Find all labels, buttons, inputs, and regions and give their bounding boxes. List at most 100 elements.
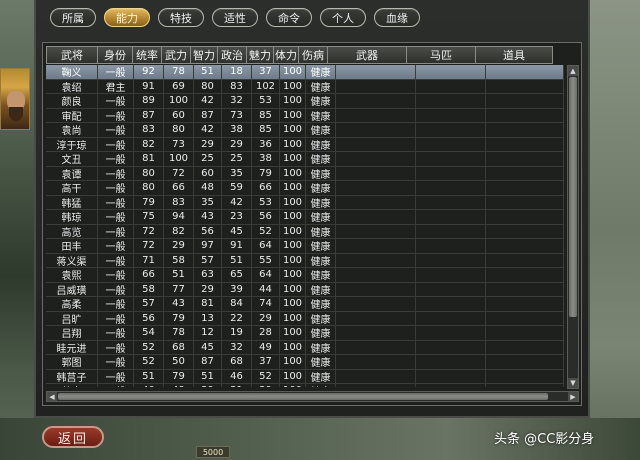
vertical-scroll-thumb[interactable] [569, 77, 577, 317]
tab-0[interactable]: 所属 [50, 8, 96, 27]
table-row[interactable]: 韩琼 一般 75 94 43 23 56 100 健康 [46, 210, 564, 225]
table-cell [416, 210, 486, 224]
table-cell: 健康 [306, 326, 336, 340]
tab-4[interactable]: 命令 [266, 8, 312, 27]
table-cell: 29 [164, 239, 194, 253]
table-row[interactable]: 蒋义渠 一般 71 58 57 51 55 100 健康 [46, 253, 564, 268]
table-cell: 56 [252, 210, 280, 224]
column-header[interactable]: 统率 [132, 46, 162, 64]
table-row[interactable]: 吕翔 一般 54 78 12 19 28 100 健康 [46, 326, 564, 341]
table-cell [486, 137, 564, 151]
table-cell: 54 [134, 326, 164, 340]
table-cell: 100 [280, 152, 306, 166]
tab-6[interactable]: 血缘 [374, 8, 420, 27]
table-cell: 健康 [306, 137, 336, 151]
table-cell: 一般 [98, 239, 134, 253]
table-cell: 32 [222, 94, 252, 108]
column-header[interactable]: 武将 [46, 46, 98, 64]
column-header[interactable]: 政治 [217, 46, 247, 64]
table-cell [416, 326, 486, 340]
table-cell [416, 340, 486, 354]
table-cell: 45 [222, 224, 252, 238]
table-cell: 52 [134, 340, 164, 354]
table-row[interactable]: 淳于琼 一般 82 73 29 29 36 100 健康 [46, 137, 564, 152]
vertical-scrollbar[interactable]: ▲ ▼ [567, 65, 579, 389]
table-row[interactable]: 韩猛 一般 79 83 35 42 53 100 健康 [46, 195, 564, 210]
horizontal-scroll-thumb[interactable] [58, 393, 548, 400]
table-cell: 一般 [98, 181, 134, 195]
table-cell [336, 311, 416, 325]
table-cell: 健康 [306, 253, 336, 267]
table-cell: 高柔 [46, 297, 98, 311]
tab-1[interactable]: 能力 [104, 8, 150, 27]
table-cell [336, 108, 416, 122]
table-row[interactable]: 袁绍 君主 91 69 80 83 102 100 健康 [46, 79, 564, 94]
table-row[interactable]: 郭图 一般 52 50 87 68 37 100 健康 [46, 355, 564, 370]
table-row[interactable]: 高干 一般 80 66 48 59 66 100 健康 [46, 181, 564, 196]
column-header[interactable]: 武器 [327, 46, 407, 64]
column-header[interactable]: 智力 [190, 46, 218, 64]
table-cell: 一般 [98, 210, 134, 224]
table-row[interactable]: 吕旷 一般 56 79 13 22 29 100 健康 [46, 311, 564, 326]
scroll-right-icon[interactable]: ▶ [568, 392, 578, 401]
table-row[interactable]: 鞠义 一般 92 78 51 18 37 100 健康 [46, 65, 564, 80]
column-header[interactable]: 伤病 [298, 46, 328, 64]
column-header[interactable]: 身份 [97, 46, 133, 64]
table-cell: 77 [164, 282, 194, 296]
table-cell: 100 [280, 268, 306, 282]
table-cell: 85 [252, 123, 280, 137]
table-row[interactable]: 吕威璜 一般 58 77 29 39 44 100 健康 [46, 282, 564, 297]
table-row[interactable]: 袁熙 一般 66 51 63 65 64 100 健康 [46, 268, 564, 283]
column-header[interactable]: 魅力 [246, 46, 274, 64]
table-row[interactable]: 袁谭 一般 80 72 60 35 79 100 健康 [46, 166, 564, 181]
table-cell [416, 268, 486, 282]
horizontal-scrollbar[interactable]: ◀ ▶ [46, 391, 579, 402]
scroll-down-icon[interactable]: ▼ [568, 378, 578, 388]
table-row[interactable]: 苏由一般4049393139100健康 [46, 384, 564, 387]
column-header[interactable]: 武力 [161, 46, 191, 64]
table-cell: 一般 [98, 355, 134, 369]
table-cell [486, 297, 564, 311]
table-row[interactable]: 眭元进 一般 52 68 45 32 49 100 健康 [46, 340, 564, 355]
table-cell: 100 [280, 253, 306, 267]
table-cell [416, 94, 486, 108]
column-header[interactable]: 体力 [273, 46, 299, 64]
back-button[interactable]: 返回 [42, 426, 104, 448]
table-cell: 高干 [46, 181, 98, 195]
officer-table: 武将 身份 统率 武力 智力 政治 魅力 体力 伤病 武器 马匹 道具 鞠义 一般 92 78 51 18 37 1… [42, 42, 582, 406]
table-cell: 78 [164, 65, 194, 79]
table-cell [336, 166, 416, 180]
table-row[interactable]: 韩莒子 一般 51 79 51 46 52 100 健康 [46, 369, 564, 384]
table-row[interactable]: 袁尚 一般 83 80 42 38 85 100 健康 [46, 123, 564, 138]
column-header[interactable]: 道具 [475, 46, 553, 64]
table-cell: 袁尚 [46, 123, 98, 137]
table-cell: 君主 [98, 79, 134, 93]
officer-list-panel: 所属 能力 特技 适性 命令 个人 血缘 武将 身份 统率 武力 智力 政治 魅力 体力 伤病 武器 马匹 道具 … [34, 0, 590, 418]
table-cell: 苏由 [46, 384, 98, 387]
column-header[interactable]: 马匹 [406, 46, 476, 64]
table-cell [486, 65, 564, 79]
scroll-up-icon[interactable]: ▲ [568, 66, 578, 76]
table-row[interactable]: 田丰 一般 72 29 97 91 64 100 健康 [46, 239, 564, 254]
table-cell [336, 195, 416, 209]
tab-3[interactable]: 适性 [212, 8, 258, 27]
table-cell [486, 152, 564, 166]
table-cell [336, 384, 416, 387]
table-row[interactable]: 审配 一般 87 60 87 73 85 100 健康 [46, 108, 564, 123]
table-cell: 吕旷 [46, 311, 98, 325]
table-cell: 22 [222, 311, 252, 325]
table-cell: 71 [134, 253, 164, 267]
table-cell: 健康 [306, 79, 336, 93]
table-row[interactable]: 颜良 一般 89 100 42 32 53 100 健康 [46, 94, 564, 109]
tab-2[interactable]: 特技 [158, 8, 204, 27]
table-cell: 83 [134, 123, 164, 137]
table-row[interactable]: 高览 一般 72 82 56 45 52 100 健康 [46, 224, 564, 239]
table-row[interactable]: 文丑 一般 81 100 25 25 38 100 健康 [46, 152, 564, 167]
scroll-left-icon[interactable]: ◀ [47, 392, 57, 401]
table-cell [486, 326, 564, 340]
table-cell [486, 166, 564, 180]
tab-5[interactable]: 个人 [320, 8, 366, 27]
table-cell: 韩琼 [46, 210, 98, 224]
table-cell: 68 [222, 355, 252, 369]
table-row[interactable]: 高柔 一般 57 43 81 84 74 100 健康 [46, 297, 564, 312]
